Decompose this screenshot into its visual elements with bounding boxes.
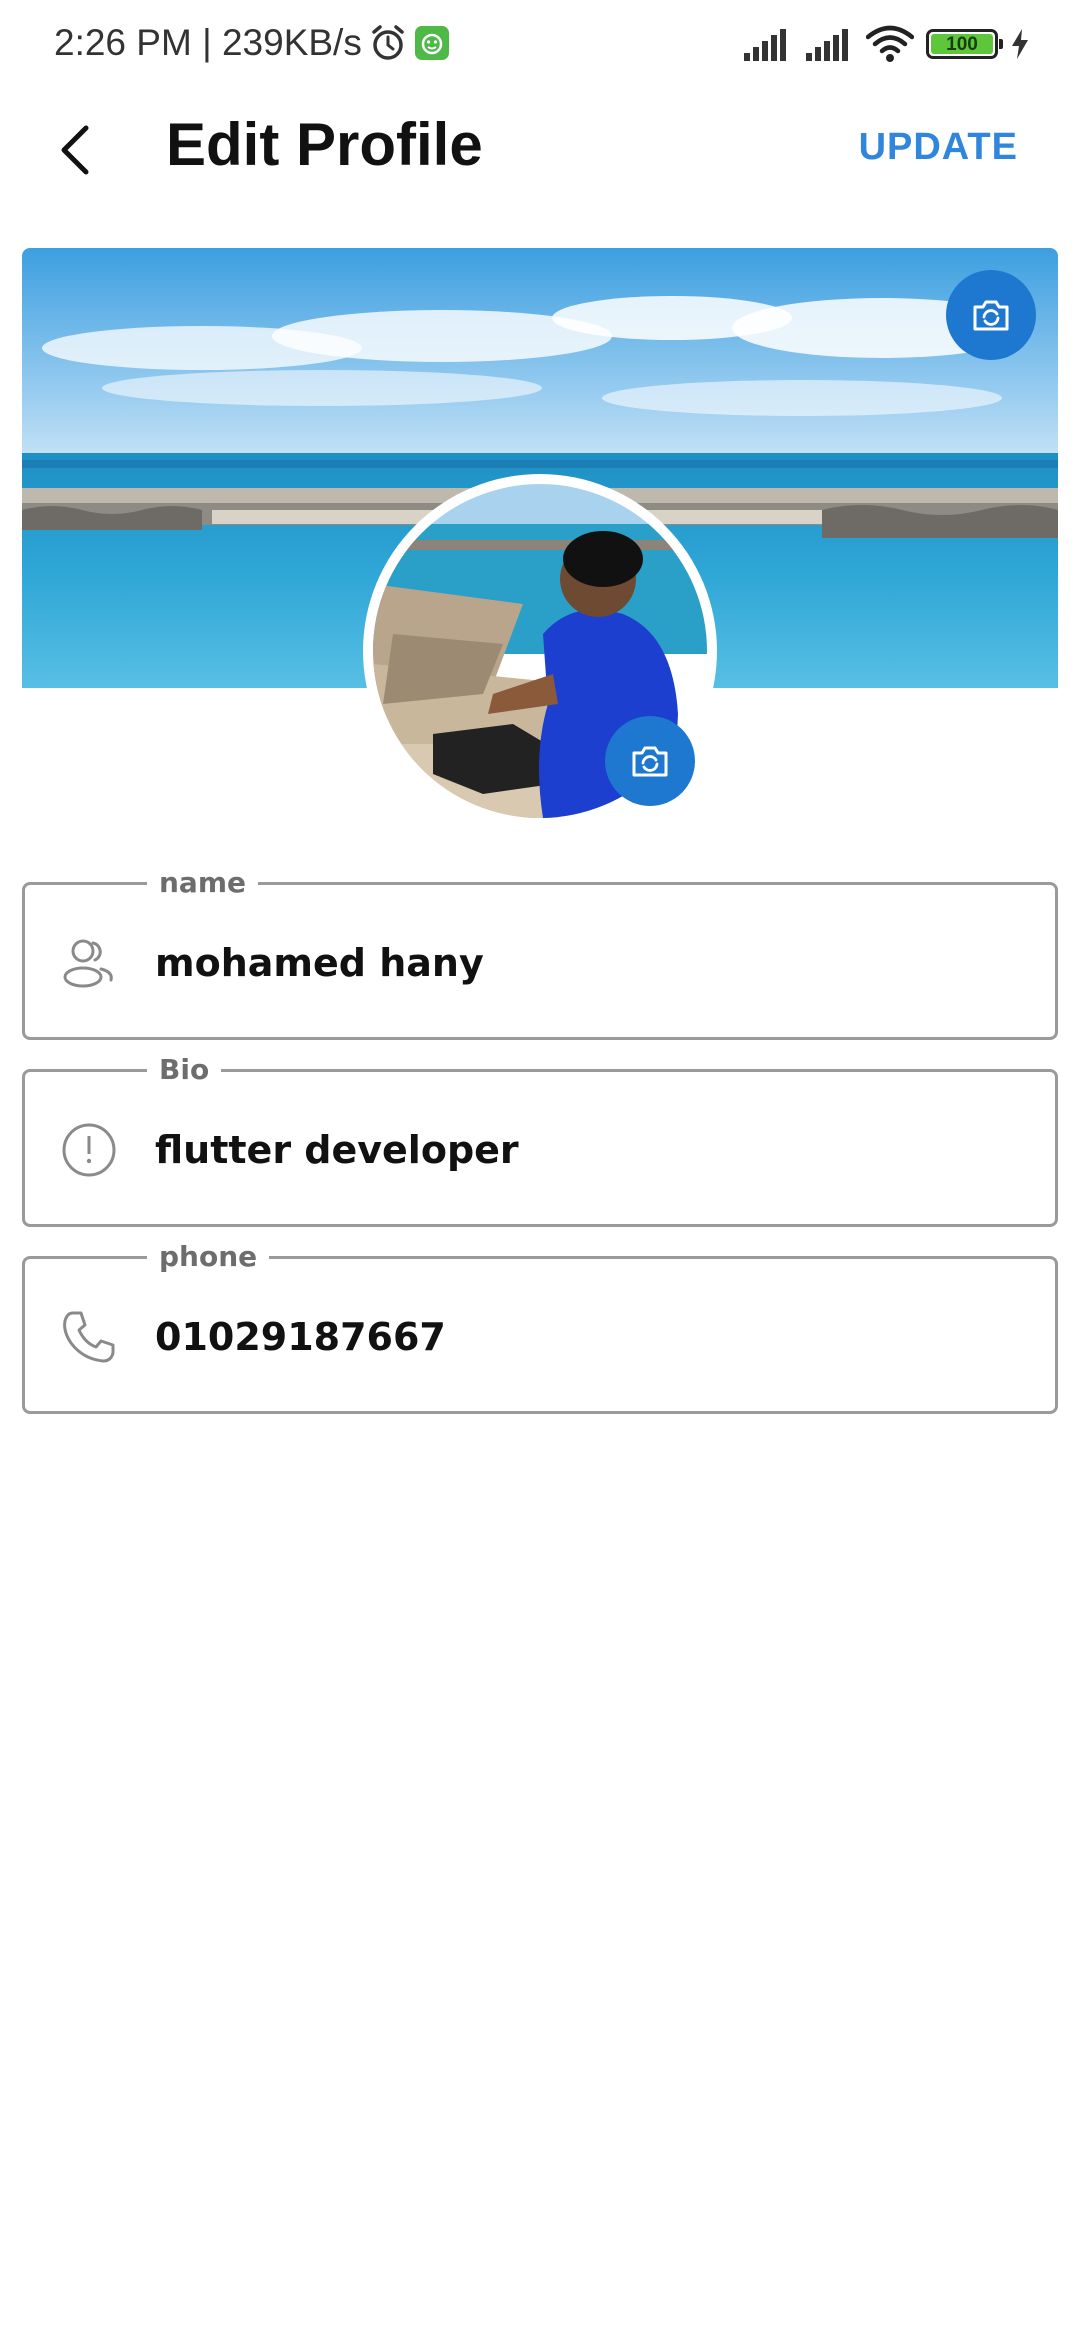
signal-icon	[742, 27, 792, 61]
bio-field[interactable]: Bio flutter developer	[22, 1052, 1058, 1227]
chevron-left-icon	[61, 125, 89, 175]
charging-icon	[1010, 28, 1030, 60]
battery-icon: 100	[926, 29, 1003, 59]
cover-camera-button[interactable]	[946, 270, 1036, 360]
alarm-icon	[368, 23, 408, 63]
camera-icon	[632, 746, 668, 777]
avatar-camera-button[interactable]	[605, 716, 695, 806]
back-button[interactable]	[36, 118, 116, 182]
update-button[interactable]: UPDATE	[859, 126, 1018, 169]
users-icon	[59, 933, 119, 993]
name-field-value[interactable]: mohamed hany	[155, 935, 484, 991]
phone-field[interactable]: phone 01029187667	[22, 1239, 1058, 1414]
status-left: 2:26 PM | 239KB/s	[54, 18, 450, 68]
wifi-icon	[866, 25, 914, 63]
page-title: Edit Profile	[166, 111, 483, 178]
alert-circle-icon	[59, 1120, 119, 1180]
battery-level: 100	[946, 33, 978, 55]
signal-icon	[804, 27, 854, 61]
app-bar: Edit Profile UPDATE	[0, 96, 1080, 200]
name-field[interactable]: name mohamed hany	[22, 865, 1058, 1040]
status-time: 2:26 PM | 239KB/s	[54, 22, 362, 63]
bio-field-label: Bio	[147, 1052, 222, 1088]
phone-field-label: phone	[147, 1239, 270, 1275]
status-right: 100	[742, 22, 1030, 66]
status-bar: 2:26 PM | 239KB/s 100	[0, 0, 1080, 86]
app-notification-icon	[414, 25, 450, 61]
phone-field-value[interactable]: 01029187667	[155, 1309, 446, 1365]
camera-icon	[973, 300, 1009, 331]
bio-field-value[interactable]: flutter developer	[155, 1122, 519, 1178]
name-field-label: name	[147, 865, 258, 901]
phone-icon	[59, 1307, 119, 1367]
